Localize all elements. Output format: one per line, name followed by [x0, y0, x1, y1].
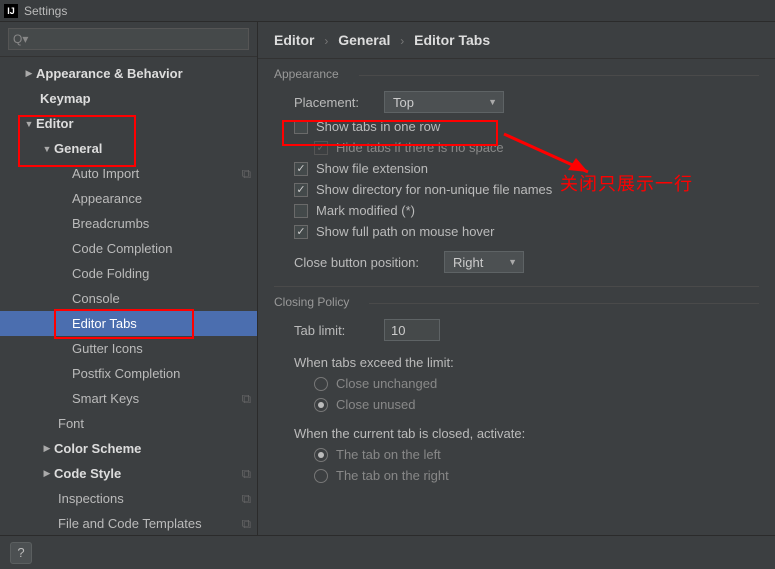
app-logo-icon: IJ	[4, 4, 18, 18]
tab-limit-input[interactable]: 10	[384, 319, 440, 341]
window-title: Settings	[24, 4, 67, 18]
copy-icon: ⧉	[242, 166, 251, 182]
checkbox-icon: ✓	[314, 141, 328, 155]
tree-general[interactable]: ▼ General	[0, 136, 257, 161]
tree-gutter-icons[interactable]: Gutter Icons	[0, 336, 257, 361]
radio-icon	[314, 398, 328, 412]
tab-limit-label: Tab limit:	[294, 323, 384, 338]
tree-postfix-completion[interactable]: Postfix Completion	[0, 361, 257, 386]
checkbox-icon: ✓	[294, 225, 308, 239]
chevron-down-icon: ▼	[488, 97, 497, 107]
chevron-right-icon: ▶	[22, 68, 36, 79]
settings-content: Editor › General › Editor Tabs Appearanc…	[258, 22, 775, 535]
tree-console[interactable]: Console	[0, 286, 257, 311]
hide-tabs-no-space-checkbox: ✓ Hide tabs if there is no space	[314, 140, 504, 155]
chevron-down-icon: ▼	[22, 119, 36, 129]
mark-modified-checkbox[interactable]: Mark modified (*)	[294, 203, 415, 218]
tree-color-scheme[interactable]: ▶ Color Scheme	[0, 436, 257, 461]
tree-code-style[interactable]: ▶ Code Style ⧉	[0, 461, 257, 486]
tree-editor-tabs[interactable]: Editor Tabs	[0, 311, 257, 336]
close-unused-radio[interactable]: Close unused	[314, 397, 416, 412]
chevron-right-icon: ▶	[40, 468, 54, 479]
checkbox-icon	[294, 204, 308, 218]
close-button-position-label: Close button position:	[294, 255, 444, 270]
close-button-position-combo[interactable]: Right ▼	[444, 251, 524, 273]
chevron-right-icon: ›	[324, 34, 328, 48]
show-tabs-one-row-checkbox[interactable]: Show tabs in one row	[294, 119, 440, 134]
section-closing-policy-title: Closing Policy	[274, 295, 759, 309]
section-appearance-title: Appearance	[274, 67, 759, 81]
chevron-down-icon: ▼	[40, 144, 54, 154]
tree-code-completion[interactable]: Code Completion	[0, 236, 257, 261]
breadcrumb-editor[interactable]: Editor	[274, 32, 314, 48]
radio-icon	[314, 448, 328, 462]
breadcrumb-general[interactable]: General	[338, 32, 390, 48]
settings-tree: ▶ Appearance & Behavior Keymap ▼ Editor …	[0, 57, 257, 535]
help-button[interactable]: ?	[10, 542, 32, 564]
settings-sidebar: Q▾ ▶ Appearance & Behavior Keymap ▼ Edit…	[0, 22, 258, 535]
when-closed-label: When the current tab is closed, activate…	[294, 426, 525, 441]
tree-inspections[interactable]: Inspections ⧉	[0, 486, 257, 511]
search-input[interactable]: Q▾	[8, 28, 249, 50]
radio-icon	[314, 469, 328, 483]
copy-icon: ⧉	[242, 466, 251, 482]
tree-file-code-templates[interactable]: File and Code Templates ⧉	[0, 511, 257, 535]
tree-code-folding[interactable]: Code Folding	[0, 261, 257, 286]
when-exceed-label: When tabs exceed the limit:	[294, 355, 454, 370]
chevron-down-icon: ▼	[508, 257, 517, 267]
show-directory-non-unique-checkbox[interactable]: ✓ Show directory for non-unique file nam…	[294, 182, 552, 197]
tree-smart-keys[interactable]: Smart Keys ⧉	[0, 386, 257, 411]
search-icon: Q▾	[13, 32, 28, 46]
copy-icon: ⧉	[242, 491, 251, 507]
tree-breadcrumbs[interactable]: Breadcrumbs	[0, 211, 257, 236]
close-unchanged-radio[interactable]: Close unchanged	[314, 376, 437, 391]
chevron-right-icon: ›	[400, 34, 404, 48]
copy-icon: ⧉	[242, 516, 251, 532]
tree-appearance[interactable]: Appearance	[0, 186, 257, 211]
copy-icon: ⧉	[242, 391, 251, 407]
help-icon: ?	[17, 545, 24, 560]
radio-icon	[314, 377, 328, 391]
tree-auto-import[interactable]: Auto Import ⧉	[0, 161, 257, 186]
checkbox-icon: ✓	[294, 162, 308, 176]
breadcrumb-editor-tabs[interactable]: Editor Tabs	[414, 32, 490, 48]
checkbox-icon	[294, 120, 308, 134]
tree-font[interactable]: Font	[0, 411, 257, 436]
placement-combo[interactable]: Top ▼	[384, 91, 504, 113]
tree-keymap[interactable]: Keymap	[0, 86, 257, 111]
breadcrumb: Editor › General › Editor Tabs	[258, 22, 775, 59]
chevron-right-icon: ▶	[40, 443, 54, 454]
show-full-path-hover-checkbox[interactable]: ✓ Show full path on mouse hover	[294, 224, 495, 239]
show-file-extension-checkbox[interactable]: ✓ Show file extension	[294, 161, 428, 176]
annotation-text: 关闭只展示一行	[560, 170, 693, 196]
titlebar: IJ Settings	[0, 0, 775, 22]
tree-editor[interactable]: ▼ Editor	[0, 111, 257, 136]
dialog-footer: ?	[0, 535, 775, 569]
tree-appearance-behavior[interactable]: ▶ Appearance & Behavior	[0, 61, 257, 86]
tab-right-radio[interactable]: The tab on the right	[314, 468, 449, 483]
tab-left-radio[interactable]: The tab on the left	[314, 447, 441, 462]
checkbox-icon: ✓	[294, 183, 308, 197]
placement-label: Placement:	[294, 95, 384, 110]
